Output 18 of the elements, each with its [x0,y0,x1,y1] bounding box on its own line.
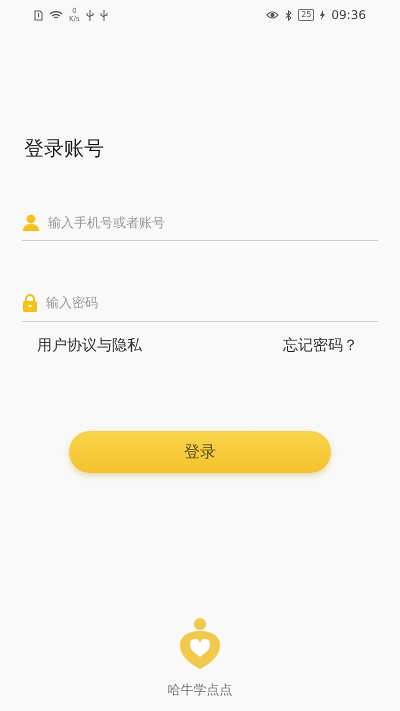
clock-time: 09:36 [331,8,366,22]
app-name: 哈牛学点点 [168,682,232,699]
login-button[interactable]: 登录 [69,431,331,473]
usb-icon [86,10,94,20]
usb-icon [100,10,108,20]
password-field[interactable]: 输入密码 [46,296,378,310]
forgot-password-link[interactable]: 忘记密码？ [283,336,358,355]
lock-icon [22,293,38,313]
battery-level: 25 [298,9,314,21]
person-icon [22,214,40,232]
bluetooth-icon [285,10,292,20]
agreement-link[interactable]: 用户协议与隐私 [37,336,142,355]
wifi-icon [49,10,63,20]
sim-icon [34,10,43,20]
eye-icon [266,10,280,20]
account-field[interactable]: 输入手机号或者账号 [48,216,378,230]
charging-icon [320,10,326,20]
page-title: 登录账号 [24,135,105,162]
